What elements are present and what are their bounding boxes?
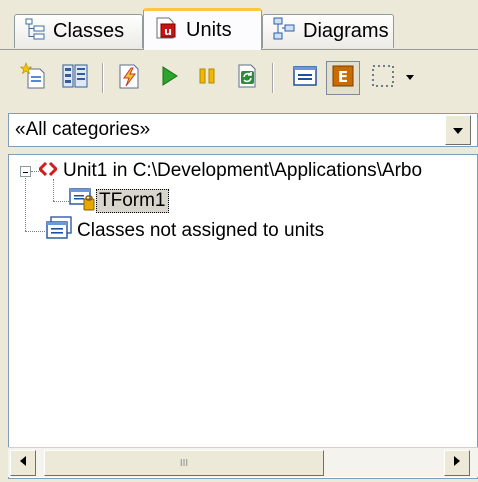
scroll-right-button[interactable]	[444, 450, 470, 476]
scrollbar-thumb[interactable]: III	[44, 450, 324, 476]
tab-classes-label: Classes	[53, 20, 125, 42]
unit-brackets-icon	[37, 160, 59, 182]
horizontal-scrollbar[interactable]: III	[8, 447, 478, 477]
show-events-icon: E	[330, 63, 356, 94]
toolbar-separator	[102, 63, 103, 93]
tab-diagrams[interactable]: Diagrams	[262, 14, 394, 48]
show-classes-button[interactable]	[288, 61, 322, 95]
tree-connector-line	[53, 201, 69, 202]
new-unit-button[interactable]	[18, 61, 52, 95]
class-list-icon	[45, 215, 73, 247]
category-select-button[interactable]	[445, 115, 471, 145]
tree-item-form-label: TForm1	[96, 189, 169, 213]
refresh-button[interactable]	[230, 61, 264, 95]
run-icon	[157, 64, 181, 93]
tree-item-unassigned-classes[interactable]: Classes not assigned to units	[45, 216, 324, 246]
collapse-toggle[interactable]	[20, 166, 31, 177]
toolbar-separator	[272, 63, 273, 93]
tab-units-label: Units	[186, 19, 232, 41]
category-select-value: «All categories»	[15, 119, 151, 140]
tree-item-unit-label: Unit1 in C:\Development\Applications\Arb…	[63, 160, 423, 181]
dropdown-arrow-icon	[405, 69, 415, 87]
dotted-frame-icon	[370, 63, 396, 94]
arrow-left-icon	[19, 454, 27, 472]
arrow-right-icon	[453, 454, 461, 472]
svg-text:E: E	[338, 68, 348, 86]
category-select[interactable]: «All categories»	[8, 113, 478, 147]
tree-item-form[interactable]: TForm1	[69, 186, 169, 216]
form-icon	[69, 185, 95, 217]
tree-connector-line	[25, 231, 45, 232]
pause-icon	[195, 64, 219, 93]
tree-item-unassigned-classes-label: Classes not assigned to units	[77, 220, 325, 241]
unit-icon: u	[154, 16, 178, 46]
run-button[interactable]	[152, 61, 186, 95]
show-events-button[interactable]: E	[326, 61, 360, 95]
new-unit-icon	[19, 61, 50, 96]
show-classes-icon	[291, 62, 319, 95]
tab-classes[interactable]: Classes	[14, 14, 143, 48]
unit-tree: Unit1 in C:\Development\Applications\Arb…	[8, 154, 478, 479]
pause-button[interactable]	[190, 61, 224, 95]
generate-code-icon	[114, 61, 144, 96]
scrollbar-grip: III	[179, 457, 189, 469]
tab-strip: Classes u Units Diagrams	[0, 6, 478, 50]
toolbar-overflow-button[interactable]	[400, 61, 420, 95]
class-properties-icon	[60, 61, 90, 96]
toolbar: E	[0, 57, 478, 101]
tab-diagrams-label: Diagrams	[303, 20, 389, 42]
generate-code-button[interactable]	[112, 61, 146, 95]
class-properties-button[interactable]	[58, 61, 92, 95]
class-tree-icon	[25, 18, 45, 46]
tab-units[interactable]: u Units	[143, 8, 262, 50]
chevron-down-icon	[452, 114, 464, 146]
scroll-left-button[interactable]	[10, 450, 36, 476]
tree-item-unit[interactable]: Unit1 in C:\Development\Applications\Arb…	[37, 156, 423, 186]
diagram-icon	[273, 17, 295, 47]
svg-text:u: u	[164, 25, 172, 38]
dotted-frame-button[interactable]	[366, 61, 400, 95]
minus-icon	[22, 163, 29, 181]
refresh-icon	[233, 62, 261, 95]
